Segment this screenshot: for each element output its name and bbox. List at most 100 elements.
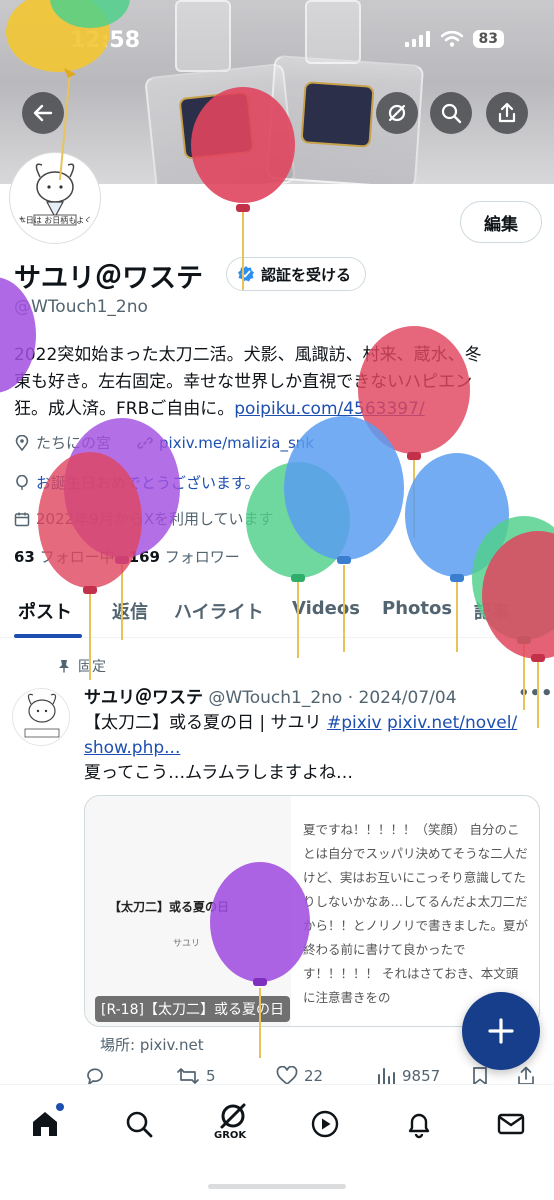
share-button[interactable] [486,92,528,134]
following-count: 63 [14,548,35,566]
card-excerpt: 夏ですね！！！！！（笑顔） 自分のことは自分でスッパリ決めてそうな二人だけど、実… [303,822,529,1005]
search-icon [441,103,462,124]
profile-handle: @WTouch1_2no [14,297,148,317]
tab-photos[interactable]: Photos [382,598,452,619]
profile-meta-row: お誕生日おめでとうございます。 [14,472,260,493]
pinned-indicator: 固定 [58,656,106,676]
grok-button[interactable] [376,92,418,134]
post-date[interactable]: 2024/07/04 [359,688,457,708]
card-thumbnail-author: サユリ [173,939,201,949]
plus-icon [488,1018,514,1044]
active-tab-indicator [14,634,82,638]
balloon-icon [14,474,30,491]
post-separator: · [342,688,359,708]
repost-button[interactable]: 5 [176,1066,216,1086]
display-name: サユリ＠ワステ [14,263,203,294]
post-avatar[interactable] [12,688,70,746]
bio-line: 2022突如始まった太刀二活。犬影、風諏訪、村来、蔵水、冬 [14,345,482,365]
search-icon [126,1111,153,1138]
calendar-icon [14,511,30,527]
card-thumbnail: 【太刀二】或る夏の日 サユリ [85,796,291,1026]
nav-messages[interactable] [488,1101,534,1147]
share-icon [518,1066,534,1085]
nav-search[interactable] [116,1101,162,1147]
profile-tabs: ポスト 返信 ハイライト Videos Photos 記事 [0,586,554,638]
video-icon [311,1110,339,1138]
edit-profile-button[interactable]: 編集 [460,201,542,243]
home-indicator[interactable] [208,1184,346,1189]
heart-icon [276,1066,298,1086]
bio-line: 狂。成人済。FRBご自由に。poipiku.com/4563397/ [14,396,544,423]
nav-video[interactable] [302,1101,348,1147]
get-verified-button[interactable]: 認証を受ける [226,257,367,291]
profile-birthday[interactable]: お誕生日おめでとうございます。 [36,472,260,493]
post-text-line: 【太刀二】或る夏の日 | サユリ #pixiv pixiv.net/novel/ [84,711,544,736]
profile-joined: 2022年9月からXを利用しています [36,510,274,528]
nav-notifications[interactable] [396,1101,442,1147]
reply-button[interactable] [84,1066,106,1086]
profile-screen: 12:58 83 本日は お日柄もよく 編集 サユリ＠ワステ 認証を受ける @W… [0,0,554,1200]
bio-link[interactable]: poipiku.com/4563397/ [234,399,424,419]
post-link[interactable]: pixiv.net/novel/ [387,713,517,733]
like-button[interactable]: 22 [276,1066,323,1086]
back-button[interactable] [22,92,64,134]
profile-location: たちにの宮 [36,434,112,452]
grok-label: GROK [214,1130,247,1141]
battery-indicator: 83 [472,30,504,48]
profile-meta-row: たちにの宮 pixiv.me/malizia_snk [14,432,314,453]
post-link-continued[interactable]: show.php... [84,738,180,758]
post-text: 【太刀二】或る夏の日 | サユリ [84,713,327,733]
pin-icon [59,660,69,673]
profile-website[interactable]: pixiv.me/malizia_snk [159,434,314,452]
post-hashtag[interactable]: #pixiv [327,713,382,733]
post-text-line: show.php... [84,736,544,761]
bookmark-button[interactable] [472,1066,488,1086]
avatar-illustration [24,693,60,738]
followers-count: 169 [128,548,160,566]
link-icon [137,435,153,451]
mail-icon [497,1113,525,1135]
profile-avatar[interactable]: 本日は お日柄もよく [10,153,100,243]
compose-post-button[interactable] [462,992,540,1070]
repost-count: 5 [206,1067,216,1085]
verified-badge-icon [238,266,254,282]
link-preview-card[interactable]: 【太刀二】或る夏の日 サユリ 夏ですね！！！！！（笑顔） 自分のことは自分でスッ… [84,795,540,1027]
following-link[interactable]: 63 フォロー中 [14,546,115,567]
post-more-button[interactable]: ••• [518,683,553,704]
signal-icon [404,31,430,47]
repost-icon [177,1068,199,1084]
post-author-name[interactable]: サユリ＠ワステ [84,688,203,708]
analytics-icon [378,1068,395,1085]
bio-line: 東も好き。左右固定。幸せな世界しか直視できないハピエン [14,372,473,392]
tab-replies[interactable]: 返信 [112,598,148,624]
tab-posts[interactable]: ポスト [18,598,72,624]
followers-link[interactable]: 169 フォロワー [129,546,240,567]
bottom-navigation [0,1084,554,1200]
tab-videos[interactable]: Videos [292,598,360,619]
card-caption: [R-18]【太刀二】或る夏の日 [95,996,290,1022]
status-time: 12:58 [70,28,141,53]
search-button[interactable] [430,92,472,134]
card-source[interactable]: 場所: pixiv.net [100,1034,204,1055]
pinned-label: 固定 [78,659,106,675]
post-share-button[interactable] [516,1066,536,1086]
tab-highlights[interactable]: ハイライト [174,598,264,624]
views-button[interactable]: 9857 [376,1066,440,1086]
location-icon [14,434,30,451]
home-icon [33,1112,57,1136]
nav-home[interactable] [22,1101,68,1147]
bookmark-icon [473,1067,487,1086]
grok-icon [388,104,406,122]
status-indicators: 83 [404,30,504,48]
post-body: 【太刀二】或る夏の日 | サユリ #pixiv pixiv.net/novel/… [84,711,544,786]
like-count: 22 [304,1067,324,1085]
post-header: サユリ＠ワステ @WTouch1_2no · 2024/07/04 [84,683,457,708]
profile-bio: 2022突如始まった太刀二活。犬影、風諏訪、村来、蔵水、冬 東も好き。左右固定。… [14,342,544,423]
arrow-left-icon [33,104,53,122]
tab-articles[interactable]: 記事 [474,598,510,624]
bell-icon [408,1113,430,1139]
share-icon [498,102,516,123]
bio-text: 狂。成人済。FRBご自由に。 [14,399,235,419]
avatar-caption: 本日は お日柄もよく [17,216,93,225]
post-author-handle[interactable]: @WTouch1_2no [208,688,342,708]
